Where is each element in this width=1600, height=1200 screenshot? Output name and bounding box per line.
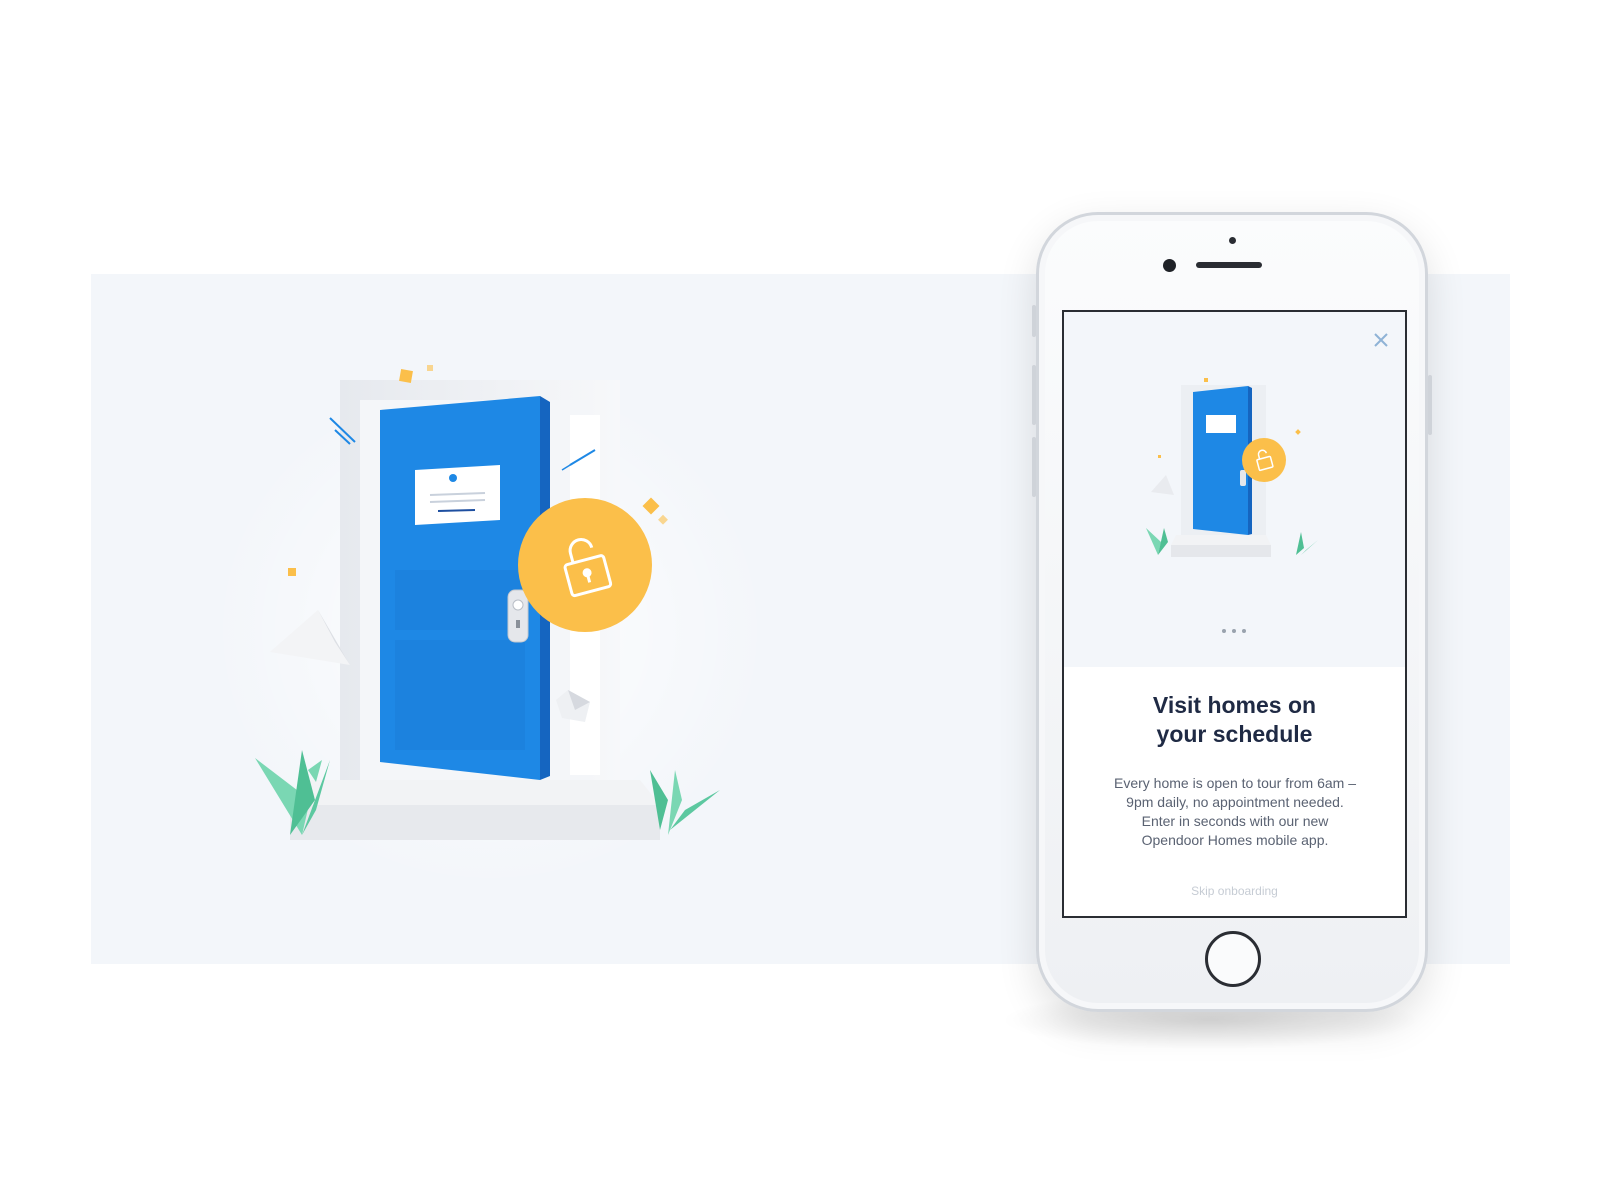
page-indicator[interactable]: [1214, 629, 1254, 635]
skip-onboarding-link[interactable]: Skip onboarding: [1064, 884, 1405, 898]
onboarding-screen: Visit homes on your schedule Every home i…: [1062, 310, 1407, 918]
home-button[interactable]: [1205, 931, 1261, 987]
door-illustration-small: [1146, 378, 1318, 557]
lock-circle: [518, 498, 652, 632]
page-dot[interactable]: [1232, 629, 1236, 633]
phone-mockup: Visit homes on your schedule Every home i…: [1032, 212, 1432, 1012]
front-sensor: [1229, 237, 1236, 244]
page-dot[interactable]: [1222, 629, 1226, 633]
volume-up-button: [1032, 365, 1036, 425]
earpiece: [1196, 262, 1262, 268]
screen-illustration-area: [1064, 312, 1405, 667]
volume-down-button: [1032, 437, 1036, 497]
front-camera: [1163, 259, 1176, 272]
close-icon[interactable]: [1371, 330, 1391, 350]
mute-switch: [1032, 305, 1036, 337]
power-button: [1428, 375, 1432, 435]
door-illustration: [210, 365, 770, 890]
onboarding-title: Visit homes on your schedule: [1152, 692, 1317, 747]
door-step: [290, 780, 660, 805]
hero-illustration: [190, 330, 850, 890]
page-dot[interactable]: [1242, 629, 1246, 633]
door-handle: [507, 589, 529, 643]
onboarding-body: Every home is open to tour from 6am – 9p…: [1114, 775, 1356, 848]
